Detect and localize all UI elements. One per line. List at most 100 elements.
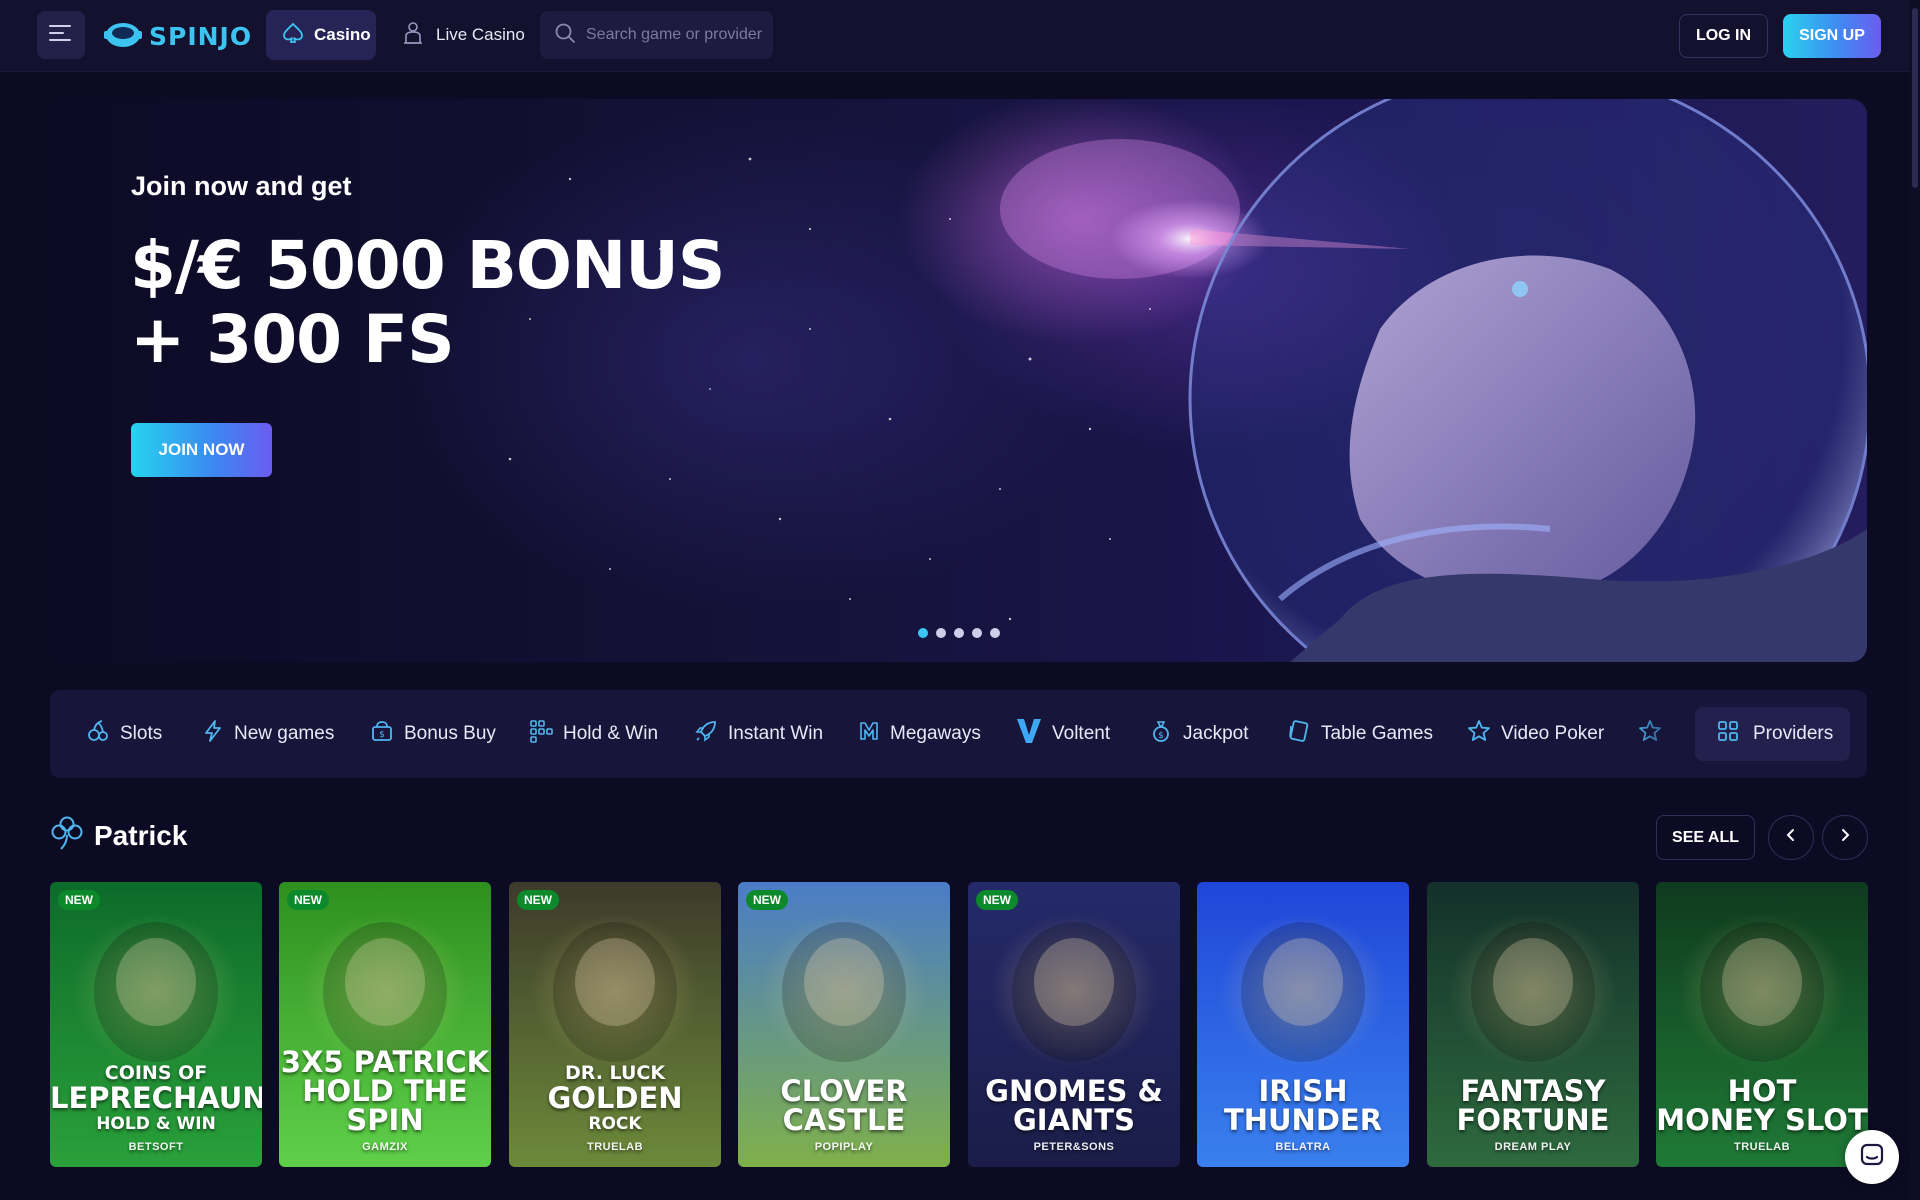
chevron-left-icon xyxy=(1785,828,1797,847)
game-title-line: LEPRECHAUN xyxy=(50,1081,262,1115)
category-jackpot[interactable]: $ Jackpot xyxy=(1149,690,1248,778)
providers-button[interactable]: Providers xyxy=(1695,707,1850,761)
search-icon xyxy=(554,22,576,49)
game-title-line: FORTUNE xyxy=(1456,1103,1610,1137)
game-title-line: THUNDER xyxy=(1223,1103,1383,1137)
carousel-dot[interactable] xyxy=(936,628,946,638)
join-now-button[interactable]: JOIN NOW xyxy=(131,423,272,477)
page-scrollbar[interactable] xyxy=(1910,0,1920,1200)
category-label: Megaways xyxy=(890,723,981,744)
chat-icon xyxy=(1859,1142,1885,1173)
game-title-line: GIANTS xyxy=(1013,1103,1135,1137)
new-badge: NEW xyxy=(517,890,559,910)
category-table-games[interactable]: Table Games xyxy=(1287,690,1433,778)
clover-icon xyxy=(50,815,84,858)
carousel-dot[interactable] xyxy=(990,628,1000,638)
category-instant-win[interactable]: Instant Win xyxy=(694,690,823,778)
svg-text:$: $ xyxy=(379,730,385,740)
category-label: Voltent xyxy=(1052,723,1111,744)
menu-button[interactable] xyxy=(37,11,85,59)
game-card[interactable]: FANTASY FORTUNE DREAM PLAY xyxy=(1427,882,1639,1167)
category-megaways[interactable]: Megaways xyxy=(858,690,981,778)
category-label: Bonus Buy xyxy=(404,723,496,744)
nav-casino[interactable]: Casino xyxy=(266,10,376,60)
game-title: HOT MONEY SLOT TRUELAB xyxy=(1656,1074,1868,1154)
game-title-line: HOT xyxy=(1727,1074,1797,1108)
game-card[interactable]: IRISH THUNDER BELATRA xyxy=(1197,882,1409,1167)
see-all-button[interactable]: SEE ALL xyxy=(1656,815,1755,860)
game-title-line: HOLD THE SPIN xyxy=(302,1074,468,1137)
game-title-line: IRISH xyxy=(1258,1074,1348,1108)
signup-button[interactable]: SIGN UP xyxy=(1783,14,1881,58)
game-title-line: MONEY SLOT xyxy=(1656,1103,1868,1137)
prev-button[interactable] xyxy=(1768,815,1814,860)
login-button[interactable]: LOG IN xyxy=(1679,14,1768,58)
game-title-line: CLOVER xyxy=(780,1074,908,1108)
game-title: DR. LUCK GOLDEN ROCK TRUELAB xyxy=(509,1062,721,1153)
grid-icon xyxy=(1717,720,1739,748)
grid-dots-icon xyxy=(529,719,553,749)
category-label: Video Poker xyxy=(1501,723,1605,744)
category-label: New games xyxy=(234,723,335,744)
svg-text:$: $ xyxy=(1158,731,1164,741)
carousel-dot[interactable] xyxy=(972,628,982,638)
game-provider: TRUELAB xyxy=(1733,1141,1791,1153)
brand-logo[interactable]: SPINJO xyxy=(103,18,252,54)
carousel-dot[interactable] xyxy=(918,628,928,638)
scrollbar-thumb[interactable] xyxy=(1912,8,1918,188)
game-title: CLOVER CASTLE POPIPLAY xyxy=(738,1074,950,1154)
hero-headline-line-2: + 300 FS xyxy=(130,301,455,378)
game-title-line: GNOMES & xyxy=(985,1074,1163,1108)
category-new-games[interactable]: New games xyxy=(202,690,334,778)
category-voltent[interactable]: Voltent xyxy=(1016,690,1110,778)
money-bag-icon: $ xyxy=(1149,719,1173,749)
nav-casino-label: Casino xyxy=(314,25,371,44)
game-title: 3X5 PATRICK HOLD THE SPIN GAMZIX xyxy=(279,1045,491,1154)
game-title-line: GOLDEN xyxy=(547,1081,683,1115)
game-title-line: HOLD & WIN xyxy=(96,1114,216,1134)
spade-icon xyxy=(282,22,304,49)
hero-intro-text: Join now and get xyxy=(131,171,352,201)
search-input[interactable] xyxy=(586,26,766,44)
carousel-dot[interactable] xyxy=(954,628,964,638)
nav-live-casino-label: Live Casino xyxy=(436,25,525,44)
search-box[interactable] xyxy=(540,11,773,59)
category-video-poker[interactable]: Video Poker xyxy=(1467,690,1604,778)
game-card[interactable]: NEW GNOMES & GIANTS PETER&SONS xyxy=(968,882,1180,1167)
hamburger-icon xyxy=(49,24,73,47)
game-provider: DREAM PLAY xyxy=(1494,1141,1572,1153)
category-label: Instant Win xyxy=(728,723,824,744)
game-title: IRISH THUNDER BELATRA xyxy=(1197,1074,1409,1154)
hero-headline-line-1: $/€ 5000 BONUS xyxy=(130,227,725,304)
game-card[interactable]: NEW COINS OF LEPRECHAUN HOLD & WIN BETSOFT xyxy=(50,882,262,1167)
bonus-bag-icon: $ xyxy=(370,719,394,749)
nav-live-casino[interactable]: Live Casino xyxy=(402,10,525,60)
game-card[interactable]: HOT MONEY SLOT TRUELAB xyxy=(1656,882,1868,1167)
game-card[interactable]: NEW CLOVER CASTLE POPIPLAY xyxy=(738,882,950,1167)
game-title-line: ROCK xyxy=(588,1114,642,1134)
game-card[interactable]: NEW 3X5 PATRICK HOLD THE SPIN GAMZIX xyxy=(279,882,491,1167)
category-label: Jackpot xyxy=(1183,723,1249,744)
game-title-line: 3X5 PATRICK xyxy=(280,1045,490,1079)
game-title: FANTASY FORTUNE DREAM PLAY xyxy=(1427,1077,1639,1154)
game-provider: BETSOFT xyxy=(128,1141,184,1153)
game-provider: GAMZIX xyxy=(362,1141,408,1153)
logo-icon xyxy=(103,19,143,54)
carousel-dots xyxy=(918,628,1000,638)
providers-label: Providers xyxy=(1753,723,1834,744)
game-title: COINS OF LEPRECHAUN HOLD & WIN BETSOFT xyxy=(50,1062,262,1153)
category-slots[interactable]: Slots xyxy=(86,690,162,778)
rocket-icon xyxy=(694,719,718,749)
category-bar: Slots New games $ Bonus Buy Hold & Win I… xyxy=(50,690,1867,778)
game-provider: POPIPLAY xyxy=(814,1141,874,1153)
lightning-icon xyxy=(202,719,224,749)
chat-button[interactable] xyxy=(1845,1130,1899,1184)
slot-icon xyxy=(86,719,110,749)
star-icon xyxy=(1467,719,1491,749)
game-card[interactable]: NEW DR. LUCK GOLDEN ROCK TRUELAB xyxy=(509,882,721,1167)
next-button[interactable] xyxy=(1822,815,1868,860)
dealer-icon xyxy=(402,21,424,50)
category-hold-win[interactable]: Hold & Win xyxy=(529,690,658,778)
category-bonus-buy[interactable]: $ Bonus Buy xyxy=(370,690,496,778)
new-badge: NEW xyxy=(746,890,788,910)
